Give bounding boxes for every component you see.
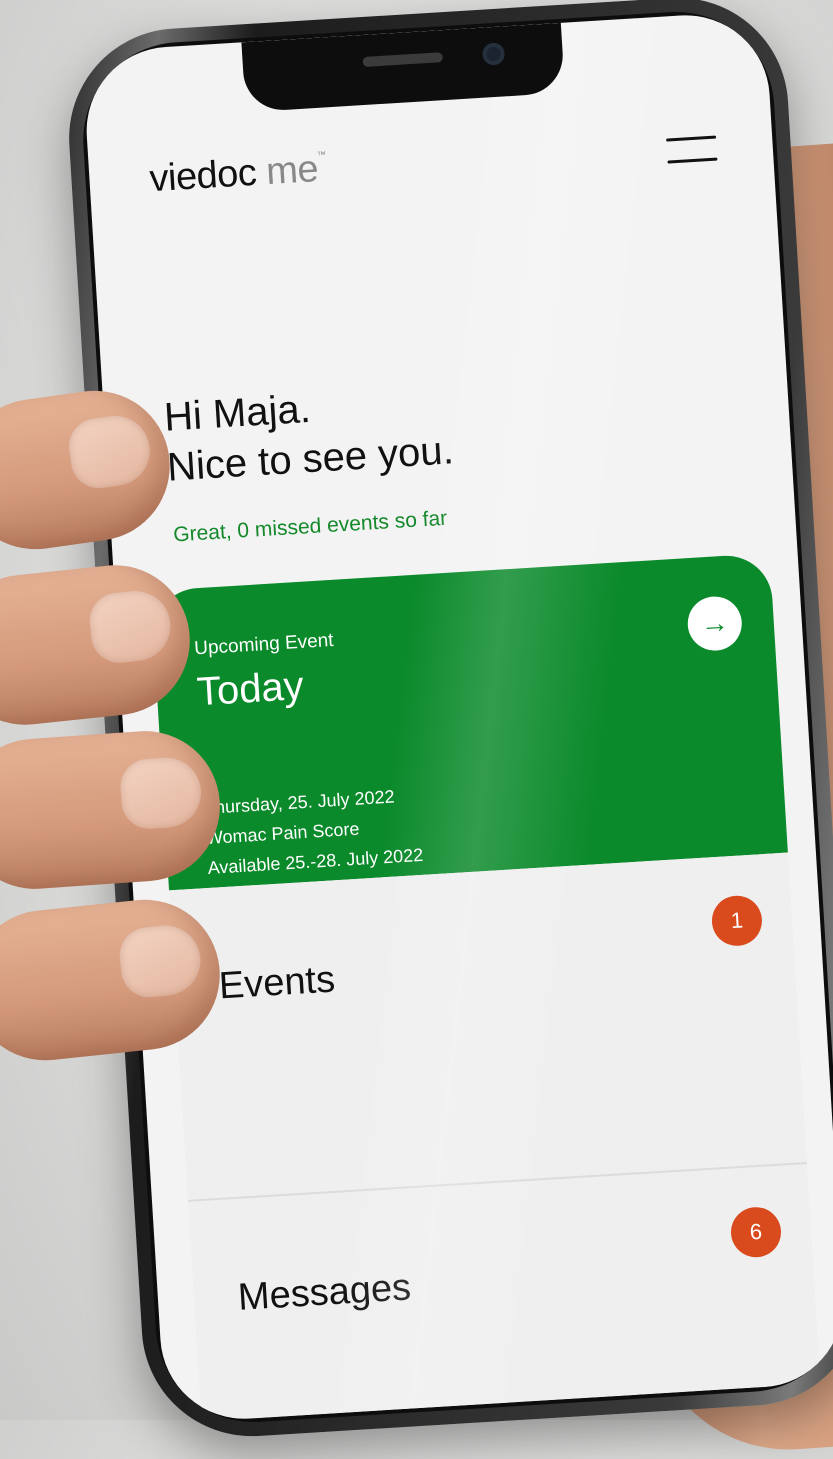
upcoming-event-when: Today — [195, 663, 305, 715]
fingernail — [116, 922, 204, 1001]
arrow-right-icon[interactable]: → — [686, 594, 744, 653]
fingernail — [86, 587, 174, 666]
speaker-grille — [362, 52, 443, 68]
fingernail — [65, 411, 155, 492]
logo-trademark: ™ — [316, 149, 326, 160]
fingernail — [118, 755, 204, 831]
upcoming-event-label: Upcoming Event — [193, 629, 335, 660]
upcoming-event-details: Thursday, 25. July 2022 Womac Pain Score… — [203, 780, 424, 883]
logo-main: viedoc — [148, 151, 258, 201]
app-screen: viedoc me™ Hi Maja. Nice to see you. Gre… — [81, 10, 833, 1424]
messages-badge: 6 — [729, 1205, 783, 1259]
logo-sub: me — [264, 147, 320, 194]
events-badge: 1 — [710, 894, 764, 948]
phone: viedoc me™ Hi Maja. Nice to see you. Gre… — [62, 0, 833, 1443]
messages-section[interactable]: Messages 6 — [187, 1161, 821, 1422]
events-title: Events — [217, 958, 337, 1008]
messages-title: Messages — [236, 1266, 413, 1319]
events-section[interactable]: Events 1 — [169, 852, 807, 1200]
app-logo: viedoc me™ — [148, 147, 327, 201]
missed-events-status: Great, 0 missed events so far — [172, 506, 448, 547]
hamburger-menu-icon[interactable] — [666, 132, 718, 169]
front-camera — [481, 42, 506, 66]
greeting: Hi Maja. Nice to see you. — [163, 375, 455, 492]
upcoming-event-card[interactable]: Upcoming Event Today → Thursday, 25. Jul… — [150, 553, 788, 891]
